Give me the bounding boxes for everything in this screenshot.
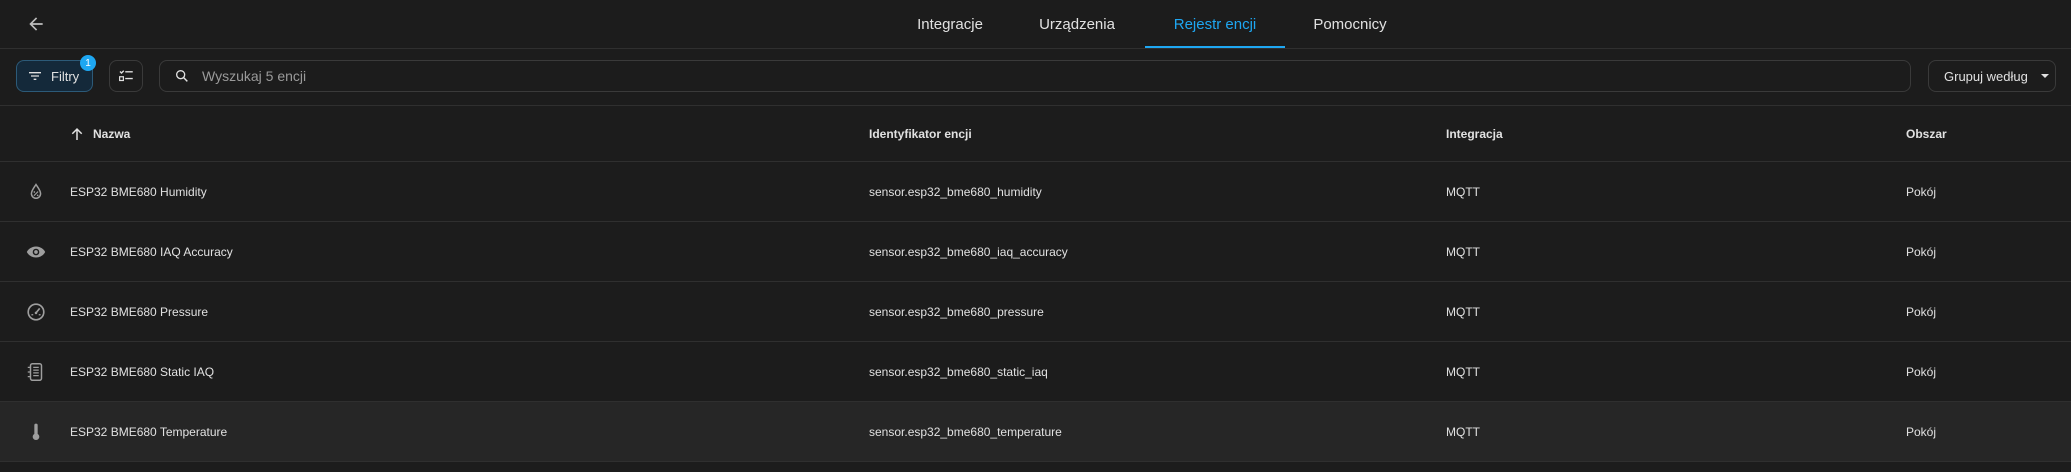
entity-area: Pokój xyxy=(1906,184,1937,199)
entity-name: ESP32 BME680 Temperature xyxy=(70,424,228,439)
entity-id: sensor.esp32_bme680_iaq_accuracy xyxy=(869,244,1068,259)
entity-area: Pokój xyxy=(1906,364,1937,379)
entity-name: ESP32 BME680 Static IAQ xyxy=(70,364,215,379)
filters-label: Filtry xyxy=(51,68,80,84)
entity-id: sensor.esp32_bme680_humidity xyxy=(869,184,1042,199)
toolbar: Filtry 1 Grupuj według xyxy=(0,49,2071,106)
tab-bar: Integracje Urządzenia Rejestr encji Pomo… xyxy=(0,0,2071,48)
top-bar: Integracje Urządzenia Rejestr encji Pomo… xyxy=(0,0,2071,49)
column-header-name-label: Nazwa xyxy=(93,126,131,141)
filter-icon xyxy=(29,72,41,80)
entity-area: Pokój xyxy=(1906,244,1937,259)
checklist-icon xyxy=(119,70,133,82)
column-header-area[interactable]: Obszar xyxy=(1906,106,1947,161)
entity-table-body: ESP32 BME680 Humidity sensor.esp32_bme68… xyxy=(0,162,2071,462)
column-header-name[interactable]: Nazwa xyxy=(68,106,130,161)
group-by-label: Grupuj według xyxy=(1944,68,2028,84)
entity-integration: MQTT xyxy=(1446,424,1480,439)
entity-area: Pokój xyxy=(1906,304,1937,319)
table-row[interactable]: ESP32 BME680 Temperature sensor.esp32_bm… xyxy=(0,402,2071,462)
tab-entities[interactable]: Rejestr encji xyxy=(1145,0,1285,48)
table-row[interactable]: ESP32 BME680 Static IAQ sensor.esp32_bme… xyxy=(0,342,2071,402)
arrow-up-icon xyxy=(71,127,83,140)
entity-id: sensor.esp32_bme680_static_iaq xyxy=(869,364,1048,379)
entity-name: ESP32 BME680 IAQ Accuracy xyxy=(70,244,233,259)
tab-helpers[interactable]: Pomocnicy xyxy=(1295,0,1405,48)
air-filter-icon xyxy=(24,360,48,384)
selection-mode-button[interactable] xyxy=(109,60,143,92)
table-row[interactable]: ESP32 BME680 Pressure sensor.esp32_bme68… xyxy=(0,282,2071,342)
entity-name: ESP32 BME680 Pressure xyxy=(70,304,209,319)
search-input[interactable] xyxy=(200,67,1804,85)
filter-count-badge: 1 xyxy=(80,55,96,71)
group-by-button[interactable]: Grupuj według xyxy=(1928,60,2056,92)
eye-icon xyxy=(24,240,48,264)
entity-area: Pokój xyxy=(1906,424,1937,439)
entity-integration: MQTT xyxy=(1446,244,1480,259)
entity-id: sensor.esp32_bme680_temperature xyxy=(869,424,1062,439)
tab-integrations[interactable]: Integracje xyxy=(895,0,1005,48)
column-header-integration[interactable]: Integracja xyxy=(1446,106,1503,161)
entity-integration: MQTT xyxy=(1446,184,1480,199)
water-percent-icon xyxy=(24,180,48,204)
table-row[interactable]: ESP32 BME680 Humidity sensor.esp32_bme68… xyxy=(0,162,2071,222)
gauge-icon xyxy=(24,300,48,324)
search-icon xyxy=(176,70,188,82)
column-header-entity-id[interactable]: Identyfikator encji xyxy=(869,106,972,161)
tab-devices[interactable]: Urządzenia xyxy=(1022,0,1132,48)
thermometer-icon xyxy=(24,420,48,444)
table-header: Nazwa Identyfikator encji Integracja Obs… xyxy=(0,106,2071,162)
chevron-down-icon xyxy=(2040,74,2049,78)
entity-integration: MQTT xyxy=(1446,304,1480,319)
entity-integration: MQTT xyxy=(1446,364,1480,379)
search-field[interactable] xyxy=(159,60,1911,92)
entity-id: sensor.esp32_bme680_pressure xyxy=(869,304,1044,319)
table-row[interactable]: ESP32 BME680 IAQ Accuracy sensor.esp32_b… xyxy=(0,222,2071,282)
entity-name: ESP32 BME680 Humidity xyxy=(70,184,207,199)
